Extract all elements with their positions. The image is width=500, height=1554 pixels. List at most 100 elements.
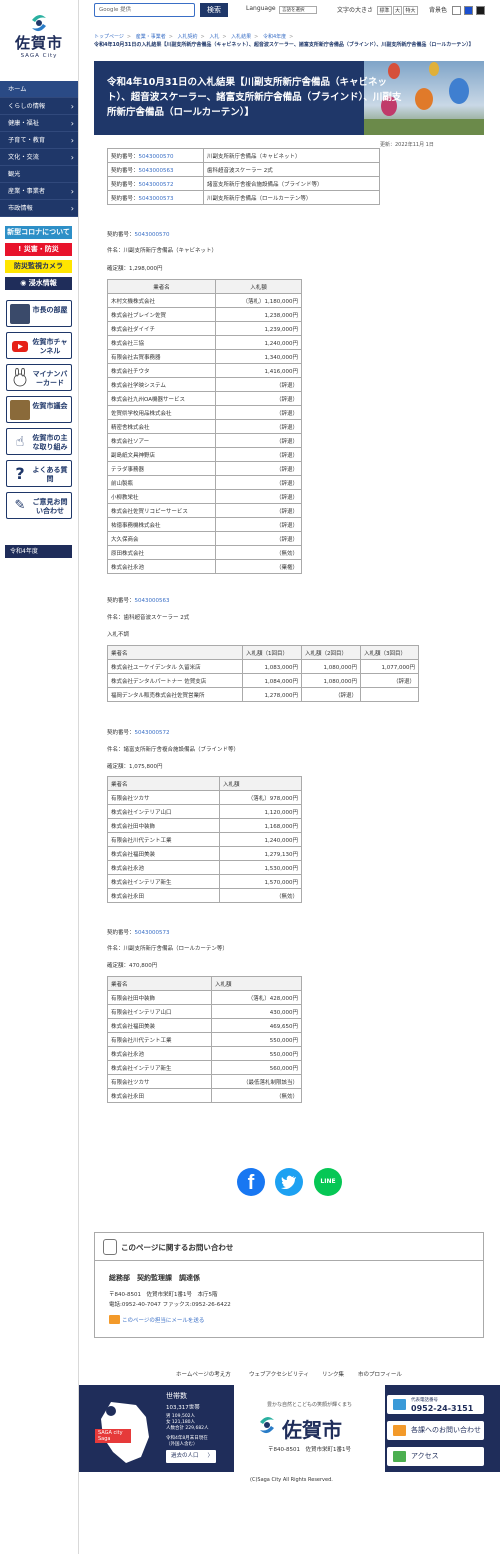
contract-link[interactable]: 5043000563 <box>139 168 174 174</box>
tile-faq[interactable]: ? よくある質問 <box>6 460 72 487</box>
table-row: 株式会社永田 （無効） <box>107 888 302 903</box>
bid-cell: 550,000円 <box>211 1046 302 1061</box>
access-button[interactable]: アクセス <box>387 1447 484 1466</box>
footer-city-name: 佐賀市 <box>282 1418 342 1442</box>
tile-mynumber[interactable]: マイナンバーカード <box>6 364 72 391</box>
chevron-right-icon: › <box>70 136 74 145</box>
footer-link[interactable]: 市のプロフィール <box>358 1370 402 1378</box>
vendor-cell: テラダ事務器 <box>107 461 216 476</box>
tile-assembly[interactable]: 佐賀市議会 <box>6 396 72 423</box>
vendor-cell: 株式会社ブレイン佐賀 <box>107 307 216 322</box>
tile-label: よくある質問 <box>32 466 68 483</box>
bid-cell: （辞退） <box>215 531 302 546</box>
cell: 川副支所新庁舎備品（ロールカーテン等） <box>203 190 380 205</box>
table-row: 株式会社ブレイン佐賀 1,238,000円 <box>107 307 302 322</box>
footer-link[interactable]: ウェブアクセシビリティ <box>249 1370 309 1378</box>
language-select[interactable]: 言語を選択 <box>279 6 317 14</box>
fontsize-normal-button[interactable]: 標準 <box>377 6 392 15</box>
nav-item-kanko[interactable]: 観光 <box>0 166 78 183</box>
nav-item-sangyo[interactable]: 産業・事業者 › <box>0 183 78 200</box>
tagline: 豊かな自然とこどもの笑顔が輝くまち <box>266 1402 352 1408</box>
vendor-cell: 株式会社三協 <box>107 335 216 350</box>
nav-item-bunka[interactable]: 文化・交流 › <box>0 149 78 166</box>
contract-link[interactable]: 5043000573 <box>135 930 170 936</box>
tile-inquiry[interactable]: ✎ ご意見お問い合わせ <box>6 492 72 519</box>
crumb-link[interactable]: 入札 <box>209 34 219 40</box>
bg-white-button[interactable] <box>452 6 461 15</box>
bid-cell: 1,279,130円 <box>219 846 302 861</box>
nav-item-kosodate[interactable]: 子育て・教育 › <box>0 132 78 149</box>
mayor-photo <box>10 304 30 324</box>
bid-cell: 1,080,000円 <box>301 673 361 688</box>
search-button[interactable]: 検索 <box>200 3 228 17</box>
crumb-link[interactable]: 入札結果 <box>231 34 251 40</box>
contract-link[interactable]: 5043000573 <box>139 196 174 202</box>
crumb-link[interactable]: 令和4年度 <box>263 34 286 40</box>
vendor-cell: 株式会社学映システム <box>107 377 216 392</box>
camera-banner[interactable]: 防災監視カメラ <box>5 260 72 273</box>
search-input[interactable]: Google 提供 <box>94 3 195 17</box>
contact-departments-button[interactable]: 各課へのお問い合わせ <box>387 1421 484 1440</box>
tile-initiatives[interactable]: ☝ 佐賀市の主な取り組み <box>6 428 72 455</box>
table-row: 有限会社ツカサ （最低落札制限該当） <box>107 1074 302 1089</box>
tile-channel[interactable]: 佐賀市チャンネル <box>6 332 72 359</box>
line-icon[interactable]: LINE <box>314 1168 342 1196</box>
table-row: 契約番号：5043000570 川副支所新庁舎備品（キャビネット） <box>107 148 380 163</box>
contract-link[interactable]: 5043000563 <box>135 598 170 604</box>
vendor-cell: 祐徳事務機株式会社 <box>107 517 216 532</box>
fontsize-xlarge-button[interactable]: 特大 <box>403 6 418 15</box>
tile-mayor[interactable]: 市長の部屋 <box>6 300 72 327</box>
year-nav-item[interactable]: 令和4年度 <box>5 545 72 558</box>
nav-item-kurashi[interactable]: くらしの情報 › <box>0 98 78 115</box>
past-population-button[interactable]: 過去の人口 〉 <box>166 1450 216 1463</box>
contract-link[interactable]: 5043000572 <box>139 182 174 188</box>
contract-link[interactable]: 5043000572 <box>135 730 170 736</box>
saga-logo-icon <box>260 1416 274 1434</box>
footer-link[interactable]: リンク集 <box>322 1370 344 1378</box>
vendor-cell: 前山製瓶 <box>107 475 216 490</box>
bid-section-2: 業者名 入札額（1回目） 入札額（2回目） 入札額（3回目） 株式会社ユーケイデンタル… <box>107 645 419 702</box>
past-label: 過去の人口 <box>171 1453 199 1459</box>
contact-address: 〒840-8501 佐賀市栄町1番1号 本庁5階 <box>109 1292 218 1298</box>
table-row: 契約番号：5043000573 川副支所新庁舎備品（ロールカーテン等） <box>107 190 380 205</box>
bid-cell: 1,168,000円 <box>219 818 302 833</box>
disaster-banner[interactable]: ! 災害・防災 <box>5 243 72 256</box>
nav-home[interactable]: ホーム <box>0 81 78 98</box>
crumb-link[interactable]: 産業・事業者 <box>136 34 166 40</box>
flood-banner[interactable]: ◉ 浸水情報 <box>5 277 72 290</box>
bid-cell: （無効） <box>215 545 302 560</box>
crumb-link[interactable]: トップページ <box>94 34 124 40</box>
bid-cell: 1,077,000円 <box>360 659 419 674</box>
crumb-link[interactable]: 入札契約 <box>178 34 198 40</box>
table-row: 株式会社田中装飾 1,168,000円 <box>107 818 302 833</box>
bid-table: 業者名 入札額 有限会社田中装飾 （落札）428,000円 有限会社インテリア山口 43… <box>107 976 302 1103</box>
table-row: 契約番号：5043000563 歯科超音波スケーラー 2式 <box>107 162 380 177</box>
bid-table: 業者名 入札額（1回目） 入札額（2回目） 入札額（3回目） 株式会社ユーケイデンタル… <box>107 645 419 702</box>
fontsize-large-button[interactable]: 大 <box>393 6 402 15</box>
tel-box[interactable]: 代表電話番号 0952-24-3151 <box>387 1395 484 1414</box>
twitter-icon[interactable] <box>275 1168 303 1196</box>
saga-logo-icon <box>32 14 46 32</box>
bg-black-button[interactable] <box>476 6 485 15</box>
bg-blue-button[interactable] <box>464 6 473 15</box>
contract-item: 件名：川副支所新庁舎備品（ロールカーテン等） <box>107 946 228 952</box>
contact-tel: 電話:0952-40-7047 ファックス:0952-26-6422 <box>109 1302 231 1308</box>
contract-no: 契約番号：5043000563 <box>107 598 170 604</box>
table-row: 副島紙文具神野店 （辞退） <box>107 447 302 462</box>
corona-banner[interactable]: 新型コロナについて <box>5 226 72 239</box>
mail-link[interactable]: このページの担当にメールを送る <box>122 1316 204 1324</box>
main-nav: ホーム くらしの情報 › 健康・福祉 › 子育て・教育 › 文化・交流 › 観光 産業・… <box>0 81 78 217</box>
contract-link[interactable]: 5043000570 <box>135 232 170 238</box>
footer-link[interactable]: ホームページの考え方 <box>176 1370 231 1378</box>
facebook-icon[interactable]: f <box>237 1168 265 1196</box>
nav-item-shisei[interactable]: 市政情報 › <box>0 200 78 217</box>
question-icon: ? <box>10 464 30 484</box>
contract-link[interactable]: 5043000570 <box>139 154 174 160</box>
site-logo[interactable]: 佐賀市 SAGA City <box>0 8 78 72</box>
vendor-cell: 精密舎株式会社 <box>107 419 216 434</box>
nav-item-kenko[interactable]: 健康・福祉 › <box>0 115 78 132</box>
pointing-hand-icon: ☝ <box>10 432 30 452</box>
disaster-banner-label: 災害・防災 <box>23 245 59 253</box>
vendor-cell: 有限会社ツカサ <box>107 1074 212 1089</box>
bid-cell: （辞退） <box>360 673 419 688</box>
